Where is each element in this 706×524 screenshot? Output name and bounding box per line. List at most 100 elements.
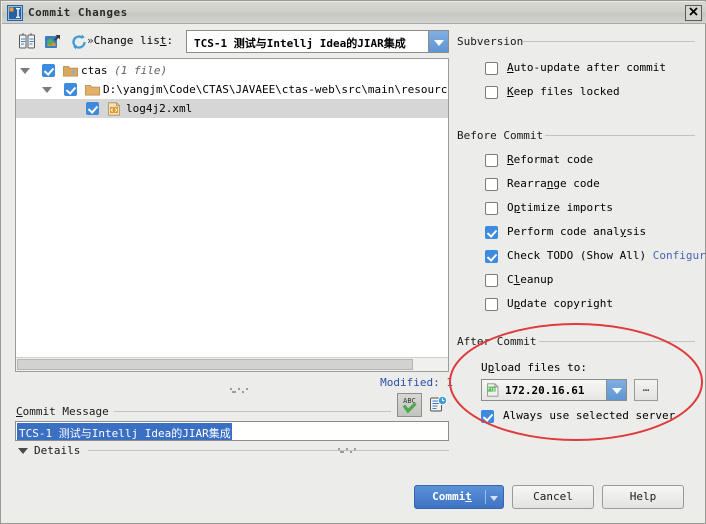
checkbox-label: sis: [626, 225, 647, 238]
help-button[interactable]: Help: [602, 485, 684, 509]
ftp-server-icon: ftp: [486, 383, 500, 397]
row-checkbox[interactable]: [64, 83, 77, 96]
section-divider: [545, 135, 695, 136]
chevron-down-icon[interactable]: [20, 68, 30, 74]
commit-message-title-text: ommit Message: [22, 405, 109, 418]
upload-files-to-label: Upload files to:: [481, 361, 587, 374]
close-button[interactable]: [685, 5, 702, 21]
checkbox-label: ge code: [553, 177, 600, 190]
show-diff-icon[interactable]: [17, 32, 37, 52]
checkbox-label-pre: O: [507, 201, 514, 214]
changelist-value: TCS-1 测试与Intellj Idea的JIAR集成: [194, 37, 406, 50]
window-title: Commit Changes: [28, 6, 128, 19]
checkbox-box[interactable]: [485, 250, 498, 263]
intellij-icon: [7, 5, 23, 21]
upload-server-combobox[interactable]: ftp 172.20.16.61: [481, 379, 627, 401]
details-divider: [88, 450, 449, 451]
commit-button[interactable]: Commit: [414, 485, 504, 509]
upload-label-post: load files to:: [494, 361, 587, 374]
checkbox-label-pre: Perform code anal: [507, 225, 620, 238]
browse-servers-button[interactable]: …: [634, 379, 658, 401]
row-checkbox[interactable]: [86, 102, 99, 115]
configure-link[interactable]: Configure: [653, 249, 706, 262]
row-checkbox[interactable]: [42, 64, 55, 77]
status-badge: Modified: 1: [380, 376, 453, 389]
before-commit-section-title: Before Commit: [457, 129, 544, 142]
checkbox-label: date copyright: [520, 297, 613, 310]
title-bar: Commit Changes: [2, 2, 706, 24]
xml-file-icon: [107, 102, 122, 116]
checkbox-box[interactable]: [485, 298, 498, 311]
changelist-label: »Change list:: [87, 34, 173, 47]
checkbox-label: Always use selected server: [503, 409, 676, 422]
move-to-changelist-icon[interactable]: [43, 32, 63, 52]
checkbox-box[interactable]: [485, 274, 498, 287]
changelist-label-text: Change lis: [93, 34, 160, 47]
before-commit-section: Before Commit Reformat code Rearrange co…: [457, 129, 706, 319]
checkbox-mnemonic: A: [507, 61, 514, 74]
checkbox-label: eformat code: [513, 153, 594, 166]
chevron-down-icon[interactable]: [606, 380, 626, 400]
changelist-label-prefix: »: [87, 34, 94, 47]
checkbox-box[interactable]: [485, 226, 498, 239]
checkbox-label: eanup: [520, 273, 554, 286]
splitter-grip[interactable]: [230, 388, 248, 393]
tree-node-label: D:\yangjm\Code\CTAS\JAVAEE\ctas-web\src\…: [103, 83, 449, 96]
section-divider: [523, 41, 695, 42]
table-row[interactable]: log4j2.xml: [16, 99, 448, 118]
checkbox-label: eep files locked: [513, 85, 620, 98]
svg-text:ftp: ftp: [487, 387, 495, 393]
changed-files-tree[interactable]: ctas (1 file) D:\yangjm\Code\CTAS\JAVAEE…: [15, 58, 449, 372]
horizontal-scrollbar[interactable]: [16, 357, 448, 371]
tree-node-label: ctas: [81, 64, 108, 77]
spellcheck-abc-icon[interactable]: ABC: [397, 393, 422, 417]
commit-button-mnemonic: t: [465, 490, 472, 503]
subversion-section: Subversion Auto-update after commit Keep…: [457, 35, 701, 101]
checkbox-label: Check TODO (Show All): [507, 249, 647, 262]
checkbox-box[interactable]: [485, 178, 498, 191]
chevron-down-icon[interactable]: [42, 87, 52, 93]
checkbox-box[interactable]: [485, 154, 498, 167]
checkbox-box[interactable]: [481, 410, 494, 423]
checkbox-label-pre: C: [507, 273, 514, 286]
table-row[interactable]: D:\yangjm\Code\CTAS\JAVAEE\ctas-web\src\…: [16, 80, 448, 99]
chevron-down-icon[interactable]: [18, 448, 28, 454]
section-divider: [539, 341, 695, 342]
checkbox-label: uto-update after commit: [513, 61, 666, 74]
commit-message-input[interactable]: TCS-1 测试与Intellj Idea的JIAR集成: [15, 421, 449, 441]
checkbox-label: timize imports: [520, 201, 613, 214]
upload-label-pre: U: [481, 361, 488, 374]
chevron-down-icon[interactable]: [428, 31, 448, 52]
commit-message-value: TCS-1 测试与Intellj Idea的JIAR集成: [17, 423, 232, 440]
details-section-header[interactable]: Details: [16, 444, 449, 458]
checkbox-box[interactable]: [485, 86, 498, 99]
subversion-section-title: Subversion: [457, 35, 524, 48]
checkbox-label-pre: U: [507, 297, 514, 310]
changelist-combobox[interactable]: TCS-1 测试与Intellj Idea的JIAR集成: [186, 30, 449, 53]
checkbox-box[interactable]: [485, 62, 498, 75]
folder-icon: [85, 83, 100, 96]
commit-changes-dialog: Commit Changes »Change list: TCS-1 测试与In…: [0, 0, 706, 524]
checkbox-mnemonic: K: [507, 85, 514, 98]
commit-message-mnemonic: C: [16, 405, 23, 418]
commit-button-separator: [485, 490, 486, 504]
upload-server-value: 172.20.16.61: [505, 384, 585, 397]
tree-node-label: log4j2.xml: [126, 102, 193, 115]
details-label: Details: [34, 444, 81, 457]
after-commit-section-title: After Commit: [457, 335, 537, 348]
checkbox-mnemonic: R: [507, 153, 514, 166]
revert-icon[interactable]: [69, 32, 89, 52]
scrollbar-thumb[interactable]: [17, 359, 413, 370]
chevron-down-icon[interactable]: [490, 496, 498, 501]
table-row[interactable]: ctas (1 file): [16, 61, 448, 80]
changelist-folder-icon: [63, 64, 78, 77]
commit-button-label-pre: Commi: [432, 490, 466, 503]
message-history-icon[interactable]: [428, 395, 448, 415]
after-commit-section: After Commit Upload files to: ftp 172.20…: [457, 335, 701, 435]
changelist-label-suffix: :: [166, 34, 174, 47]
cancel-button[interactable]: Cancel: [512, 485, 594, 509]
tree-node-count: (1 file): [114, 64, 168, 77]
commit-message-title: Commit Message: [16, 405, 114, 418]
checkbox-label-pre: Rearra: [507, 177, 547, 190]
checkbox-box[interactable]: [485, 202, 498, 215]
